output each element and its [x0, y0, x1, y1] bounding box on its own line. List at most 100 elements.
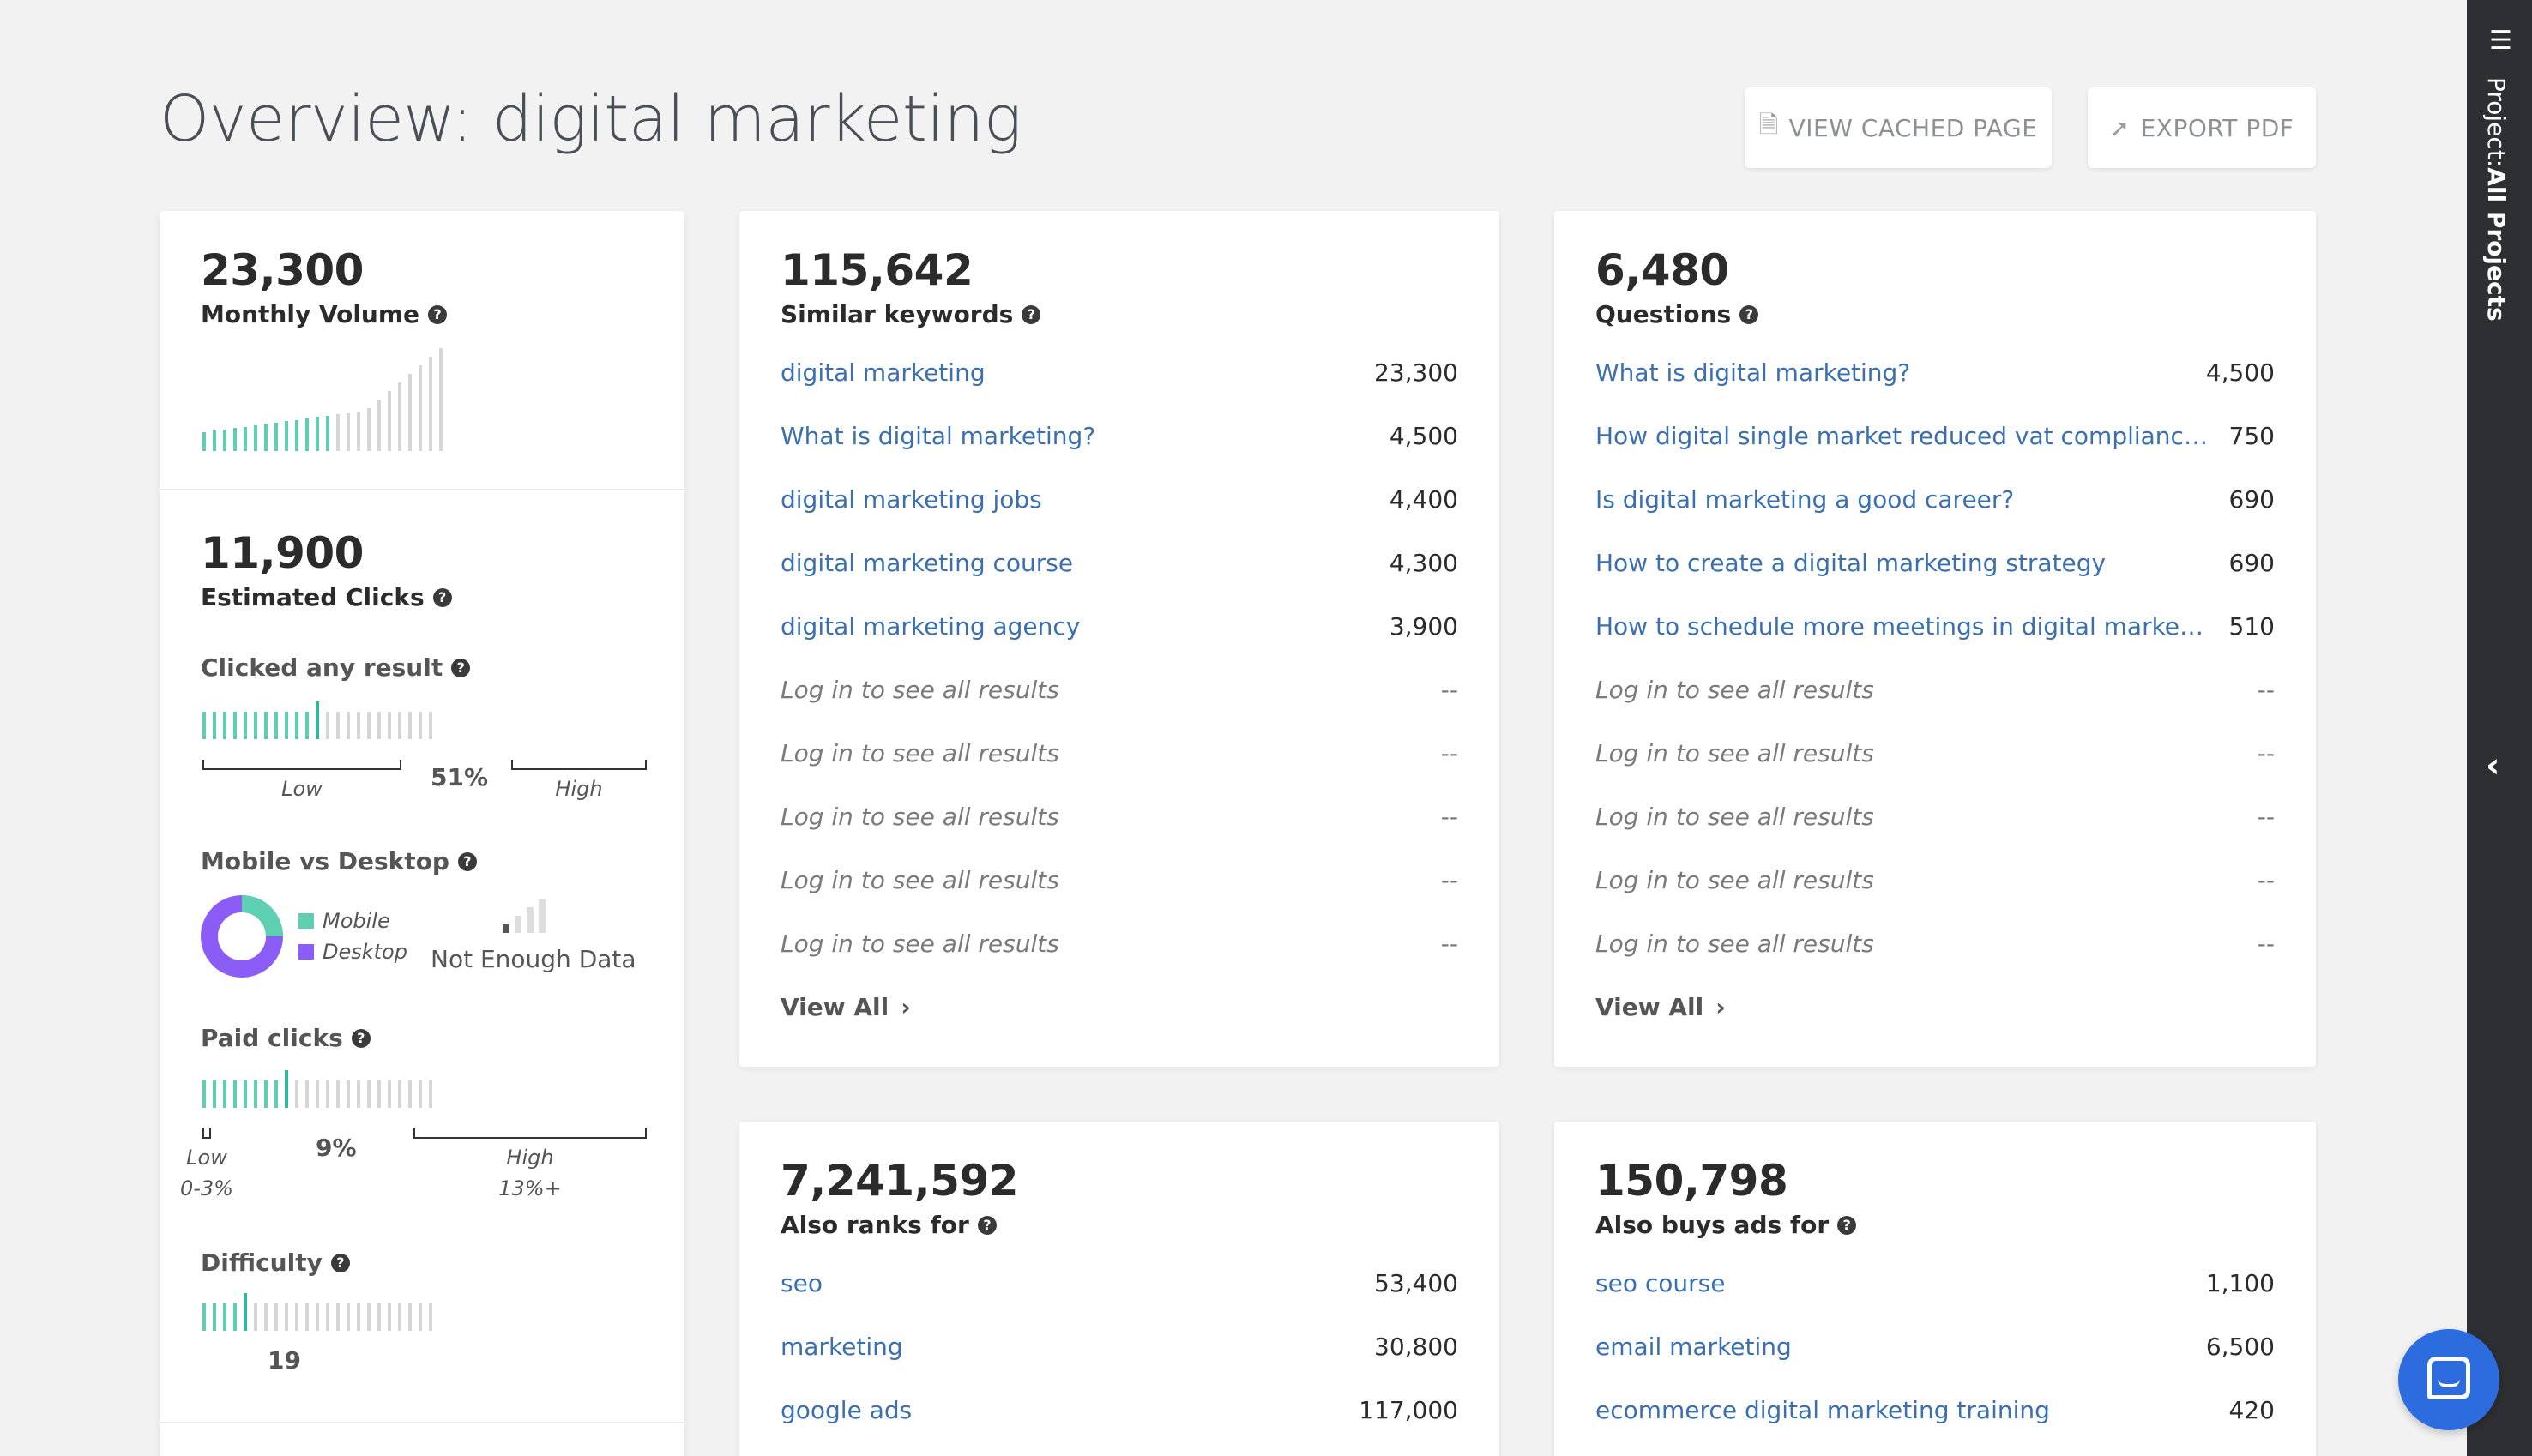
divider: [160, 489, 684, 490]
list-item[interactable]: email marketing 6,500: [1595, 1329, 2275, 1363]
project-selector[interactable]: Project:All Projects: [2482, 77, 2511, 322]
also-buys-count: 150,798: [1595, 1156, 1788, 1206]
locked-list-item[interactable]: Log in to see all results --: [781, 736, 1458, 770]
keyword-link[interactable]: digital marketing course: [781, 549, 1073, 577]
locked-list-item[interactable]: Log in to see all results --: [781, 672, 1458, 707]
help-icon[interactable]: ?: [1022, 304, 1041, 324]
question-link[interactable]: How digital single market reduced vat co…: [1595, 422, 2213, 450]
list-item[interactable]: How digital single market reduced vat co…: [1595, 418, 2275, 453]
keyword-link[interactable]: digital marketing agency: [781, 612, 1080, 641]
login-prompt[interactable]: Log in to see all results: [781, 676, 1059, 704]
chevron-left-icon[interactable]: ‹: [2486, 746, 2499, 785]
locked-list-item[interactable]: Log in to see all results --: [1595, 672, 2275, 707]
locked-list-item[interactable]: Log in to see all results --: [1595, 799, 2275, 833]
keyword-link[interactable]: marketing: [781, 1333, 903, 1361]
keyword-link[interactable]: digital marketing: [781, 358, 986, 387]
login-prompt[interactable]: Log in to see all results: [1595, 676, 1874, 704]
difficulty-value: 19: [268, 1346, 301, 1375]
locked-list-item[interactable]: Log in to see all results --: [781, 799, 1458, 833]
sparkline-bar: [398, 382, 401, 451]
list-item[interactable]: seo course 1,100: [1595, 1266, 2275, 1300]
help-icon[interactable]: ?: [428, 304, 448, 324]
locked-list-item[interactable]: Log in to see all results --: [781, 863, 1458, 897]
keyword-link[interactable]: ecommerce digital marketing training: [1595, 1396, 2050, 1424]
view-all-button[interactable]: View All ›: [781, 993, 911, 1021]
gauge-tick: [285, 712, 288, 739]
gauge-tick: [223, 1303, 226, 1331]
help-icon[interactable]: ?: [1837, 1215, 1857, 1235]
locked-list-item[interactable]: Log in to see all results --: [1595, 863, 2275, 897]
keyword-link[interactable]: What is digital marketing?: [781, 422, 1095, 450]
keyword-link[interactable]: seo: [781, 1269, 823, 1297]
chevron-right-icon: ›: [1715, 993, 1726, 1021]
list-item[interactable]: seo 53,400: [781, 1266, 1458, 1300]
locked-list-item[interactable]: Log in to see all results --: [781, 926, 1458, 960]
menu-icon[interactable]: ☰: [2489, 26, 2512, 56]
help-icon[interactable]: ?: [451, 658, 471, 677]
sparkline-bar: [347, 412, 350, 451]
gauge-tick: [213, 1080, 216, 1108]
help-icon[interactable]: ?: [351, 1028, 371, 1048]
help-icon[interactable]: ?: [457, 851, 477, 871]
question-link[interactable]: How to schedule more meetings in digital…: [1595, 612, 2213, 641]
login-prompt[interactable]: Log in to see all results: [1595, 866, 1874, 894]
keyword-volume: 420: [2228, 1395, 2275, 1424]
list-item[interactable]: How to create a digital marketing strate…: [1595, 545, 2275, 580]
list-item[interactable]: digital marketing course 4,300: [781, 545, 1458, 580]
mobile-desktop-donut: [201, 895, 283, 978]
export-pdf-button[interactable]: ➚ EXPORT PDF: [2088, 87, 2316, 168]
keyword-link[interactable]: seo course: [1595, 1269, 1725, 1297]
gauge-tick: [285, 1303, 288, 1331]
login-prompt[interactable]: Log in to see all results: [781, 739, 1059, 767]
high-label: High: [555, 777, 603, 801]
help-icon[interactable]: ?: [1739, 304, 1759, 324]
mobile-desktop-text: Mobile vs Desktop: [201, 847, 449, 875]
login-prompt[interactable]: Log in to see all results: [781, 930, 1059, 958]
list-item[interactable]: What is digital marketing? 4,500: [781, 418, 1458, 453]
view-all-button[interactable]: View All ›: [1595, 993, 1726, 1021]
gauge-tick: [377, 1080, 381, 1108]
question-volume: 690: [2228, 548, 2275, 577]
question-link[interactable]: How to create a digital marketing strate…: [1595, 549, 2106, 577]
low-label: Low: [281, 777, 323, 801]
list-item[interactable]: digital marketing 23,300: [781, 355, 1458, 389]
list-item[interactable]: digital marketing agency 3,900: [781, 609, 1458, 643]
gauge-tick: [254, 712, 257, 739]
list-item[interactable]: marketing 30,800: [781, 1329, 1458, 1363]
list-item[interactable]: How to schedule more meetings in digital…: [1595, 609, 2275, 643]
question-link[interactable]: Is digital marketing a good career?: [1595, 485, 2014, 514]
keyword-link[interactable]: google ads: [781, 1396, 912, 1424]
question-link[interactable]: What is digital marketing?: [1595, 358, 1910, 387]
view-cached-page-button[interactable]: 🗎 VIEW CACHED PAGE: [1745, 87, 2052, 168]
similar-keywords-label: Similar keywords ?: [781, 300, 1041, 328]
high-label: High: [506, 1146, 554, 1170]
list-item[interactable]: Is digital marketing a good career? 690: [1595, 482, 2275, 516]
sparkline-bar: [295, 419, 298, 451]
list-item[interactable]: ecommerce digital marketing training 420: [1595, 1393, 2275, 1427]
locked-list-item[interactable]: Log in to see all results --: [1595, 736, 2275, 770]
login-prompt[interactable]: Log in to see all results: [1595, 930, 1874, 958]
list-item[interactable]: google ads 117,000: [781, 1393, 1458, 1427]
monthly-volume-sparkline: [202, 340, 449, 451]
also-ranks-list: seo 53,400 marketing 30,800 google ads 117,…: [781, 1266, 1458, 1454]
keyword-volume: 1,100: [2205, 1268, 2275, 1297]
help-icon[interactable]: ?: [330, 1253, 350, 1272]
help-icon[interactable]: ?: [977, 1215, 997, 1235]
gauge-tick: [388, 1303, 391, 1331]
keyword-link[interactable]: digital marketing jobs: [781, 485, 1042, 514]
list-item[interactable]: digital marketing jobs 4,400: [781, 482, 1458, 516]
similar-keywords-list: digital marketing 23,300 What is digital …: [781, 355, 1458, 1007]
login-prompt[interactable]: Log in to see all results: [781, 866, 1059, 894]
gauge-tick: [347, 1080, 350, 1108]
list-item[interactable]: What is digital marketing? 4,500: [1595, 355, 2275, 389]
locked-list-item[interactable]: Log in to see all results --: [1595, 926, 2275, 960]
login-prompt[interactable]: Log in to see all results: [781, 803, 1059, 831]
login-prompt[interactable]: Log in to see all results: [1595, 803, 1874, 831]
keyword-link[interactable]: email marketing: [1595, 1333, 1792, 1361]
help-icon[interactable]: ?: [432, 587, 452, 607]
login-prompt[interactable]: Log in to see all results: [1595, 739, 1874, 767]
gauge-tick: [213, 1303, 216, 1331]
gauge-tick: [367, 1303, 371, 1331]
export-pdf-label: EXPORT PDF: [2140, 113, 2294, 142]
chat-launcher-button[interactable]: [2398, 1329, 2499, 1430]
